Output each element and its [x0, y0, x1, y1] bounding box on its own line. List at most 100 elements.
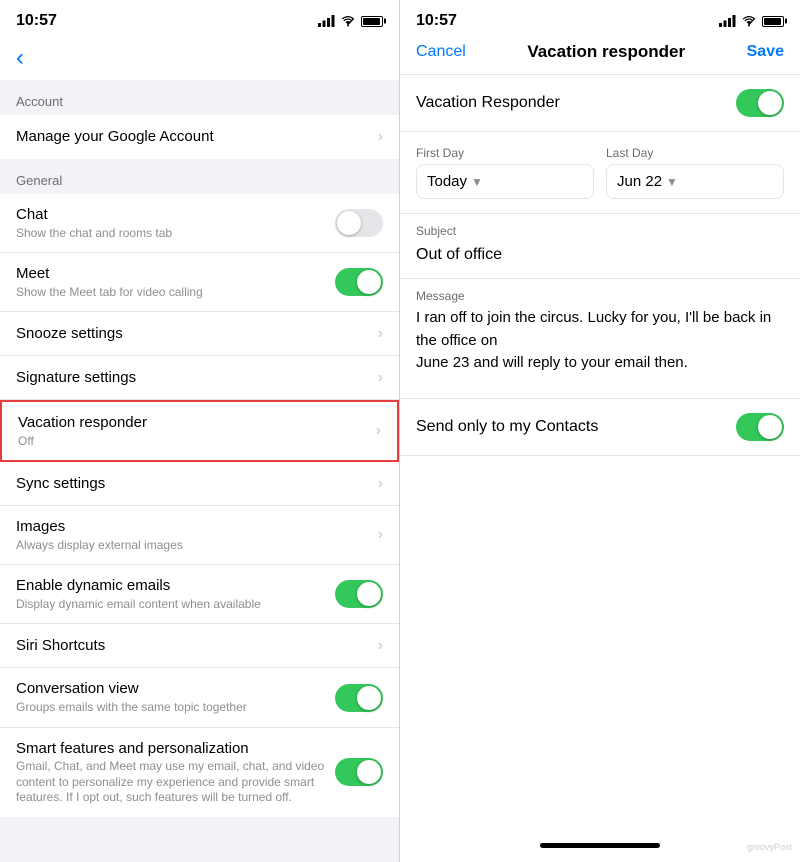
vacation-responder-toggle[interactable] — [736, 89, 784, 117]
images-item[interactable]: Images Always display external images › — [0, 506, 399, 565]
wifi-icon — [340, 15, 356, 27]
vacation-subtitle: Off — [18, 434, 368, 450]
right-content: Vacation Responder First Day Today ▼ Las… — [400, 75, 800, 828]
meet-subtitle: Show the Meet tab for video calling — [16, 285, 335, 301]
sync-content: Sync settings — [16, 474, 370, 494]
signal-icon-right — [719, 15, 736, 27]
conversation-view-item[interactable]: Conversation view Groups emails with the… — [0, 668, 399, 727]
dynamic-emails-toggle[interactable] — [335, 580, 383, 608]
left-panel: 10:57 ‹ Account Ma — [0, 0, 400, 862]
sync-title: Sync settings — [16, 474, 370, 494]
bottom-bar-right — [400, 828, 800, 862]
meet-content: Meet Show the Meet tab for video calling — [16, 264, 335, 300]
dynamic-emails-subtitle: Display dynamic email content when avail… — [16, 597, 335, 613]
page-title: Vacation responder — [527, 42, 685, 62]
signature-content: Signature settings — [16, 368, 370, 388]
status-bar-right: 10:57 — [400, 0, 800, 36]
signature-title: Signature settings — [16, 368, 370, 388]
chat-subtitle: Show the chat and rooms tab — [16, 226, 335, 242]
right-status-icons — [719, 15, 784, 27]
vacation-content: Vacation responder Off — [18, 413, 368, 449]
first-day-field: First Day Today ▼ — [416, 146, 594, 199]
subject-label: Subject — [416, 224, 784, 238]
watermark: groovyPost — [747, 842, 792, 852]
back-button-row: ‹ — [0, 36, 399, 80]
images-subtitle: Always display external images — [16, 538, 370, 554]
first-day-dropdown-arrow: ▼ — [471, 175, 483, 189]
snooze-item[interactable]: Snooze settings › — [0, 312, 399, 356]
chevron-icon: › — [378, 475, 383, 493]
home-indicator — [540, 843, 660, 848]
chevron-icon: › — [378, 128, 383, 146]
last-day-select[interactable]: Jun 22 ▼ — [606, 164, 784, 199]
conversation-view-toggle[interactable] — [335, 684, 383, 712]
manage-google-account-title: Manage your Google Account — [16, 127, 370, 147]
message-label: Message — [416, 289, 784, 303]
snooze-content: Snooze settings — [16, 324, 370, 344]
dynamic-emails-content: Enable dynamic emails Display dynamic em… — [16, 576, 335, 612]
chat-item[interactable]: Chat Show the chat and rooms tab — [0, 194, 399, 253]
last-day-dropdown-arrow: ▼ — [666, 175, 678, 189]
subject-value[interactable]: Out of office — [416, 242, 784, 268]
chevron-icon: › — [378, 526, 383, 544]
date-row: First Day Today ▼ Last Day Jun 22 ▼ — [400, 132, 800, 214]
last-day-field: Last Day Jun 22 ▼ — [606, 146, 784, 199]
images-content: Images Always display external images — [16, 517, 370, 553]
snooze-title: Snooze settings — [16, 324, 370, 344]
first-day-select[interactable]: Today ▼ — [416, 164, 594, 199]
cancel-button[interactable]: Cancel — [416, 43, 466, 61]
subject-section: Subject Out of office — [400, 214, 800, 279]
save-button[interactable]: Save — [747, 43, 784, 61]
back-button[interactable]: ‹ — [16, 44, 24, 71]
chevron-icon: › — [378, 325, 383, 343]
meet-toggle[interactable] — [335, 268, 383, 296]
conversation-view-subtitle: Groups emails with the same topic togeth… — [16, 700, 335, 716]
nav-bar: Cancel Vacation responder Save — [400, 36, 800, 75]
dynamic-emails-item[interactable]: Enable dynamic emails Display dynamic em… — [0, 565, 399, 624]
chat-title: Chat — [16, 205, 335, 225]
general-section-header: General — [0, 159, 399, 194]
first-day-label: First Day — [416, 146, 594, 160]
contacts-label: Send only to my Contacts — [416, 418, 598, 436]
conversation-view-title: Conversation view — [16, 679, 335, 699]
meet-item[interactable]: Meet Show the Meet tab for video calling — [0, 253, 399, 312]
vacation-title: Vacation responder — [18, 413, 368, 433]
smart-features-title: Smart features and personalization — [16, 739, 335, 759]
conversation-view-content: Conversation view Groups emails with the… — [16, 679, 335, 715]
smart-features-subtitle: Gmail, Chat, and Meet may use my email, … — [16, 759, 335, 806]
vacation-toggle-label: Vacation Responder — [416, 94, 560, 112]
manage-google-account-item[interactable]: Manage your Google Account › — [0, 115, 399, 159]
smart-features-content: Smart features and personalization Gmail… — [16, 739, 335, 806]
right-time: 10:57 — [416, 12, 457, 30]
chat-toggle[interactable] — [335, 209, 383, 237]
left-time: 10:57 — [16, 12, 57, 30]
left-status-icons — [318, 15, 383, 27]
chevron-icon: › — [376, 422, 381, 440]
signal-icon — [318, 15, 335, 27]
account-group: Manage your Google Account › — [0, 115, 399, 159]
chevron-icon: › — [378, 369, 383, 387]
smart-features-toggle[interactable] — [335, 758, 383, 786]
settings-list: Account Manage your Google Account › Gen… — [0, 80, 399, 862]
dynamic-emails-title: Enable dynamic emails — [16, 576, 335, 596]
vacation-responder-item[interactable]: Vacation responder Off › — [0, 400, 399, 462]
chat-content: Chat Show the chat and rooms tab — [16, 205, 335, 241]
last-day-value: Jun 22 — [617, 173, 662, 190]
contacts-toggle[interactable] — [736, 413, 784, 441]
meet-title: Meet — [16, 264, 335, 284]
images-title: Images — [16, 517, 370, 537]
manage-google-account-content: Manage your Google Account — [16, 127, 370, 147]
status-bar-left: 10:57 — [0, 0, 399, 36]
wifi-icon-right — [741, 15, 757, 27]
siri-item[interactable]: Siri Shortcuts › — [0, 624, 399, 668]
siri-title: Siri Shortcuts — [16, 636, 370, 656]
battery-icon — [361, 16, 383, 27]
vacation-toggle-section: Vacation Responder — [400, 75, 800, 132]
smart-features-item[interactable]: Smart features and personalization Gmail… — [0, 728, 399, 817]
first-day-value: Today — [427, 173, 467, 190]
chevron-icon: › — [378, 637, 383, 655]
signature-item[interactable]: Signature settings › — [0, 356, 399, 400]
account-section-header: Account — [0, 80, 399, 115]
message-value[interactable]: I ran off to join the circus. Lucky for … — [416, 307, 784, 375]
sync-item[interactable]: Sync settings › — [0, 462, 399, 506]
